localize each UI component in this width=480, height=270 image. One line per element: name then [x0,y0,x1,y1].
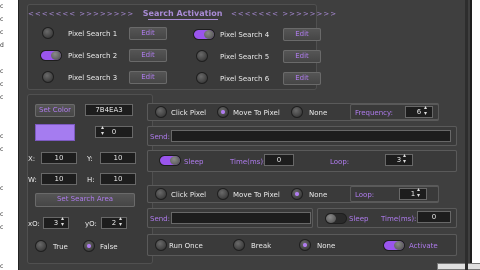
w-field[interactable]: 10 [41,173,77,185]
action2-none-radio[interactable] [291,188,303,200]
color-hex-field[interactable]: 7B4EA3 [85,104,133,116]
set-color-button[interactable]: Set Color [35,104,75,117]
action2-sleep-toggle[interactable] [325,213,347,224]
w-label: W: [28,176,37,184]
window-scrollbar[interactable] [465,0,468,270]
xo-spinner-icon[interactable] [59,215,69,229]
x-field[interactable]: 10 [41,152,77,164]
set-search-area-button[interactable]: Set Search Area [35,193,135,207]
pixel-search-6-radio[interactable] [196,72,208,84]
run-once-radio[interactable] [155,239,167,251]
action2-loop-spinner-icon[interactable] [415,186,425,200]
break-label: Break [251,242,272,250]
pixel-search-1-radio[interactable] [42,27,54,39]
y-field[interactable]: 10 [100,152,136,164]
action2-none-label: None [309,191,328,199]
false-radio[interactable] [83,240,95,252]
bottom-strip [437,263,480,270]
false-label: False [100,243,118,251]
action2-move-to-pixel-radio[interactable] [217,188,229,200]
y-label: Y: [87,155,93,163]
pixel-search-4-toggle[interactable] [193,29,215,40]
yo-spinner-icon[interactable] [117,215,127,229]
title-left-arrows: <<<<<<< >>>>>>>> [28,10,135,18]
none-label: None [317,242,336,250]
title-text: Search Activation [142,9,223,18]
action1-move-to-pixel-label: Move To Pixel [233,109,280,117]
action1-sleep-label: Sleep [184,158,204,166]
action2-time-label: Time(ms): [381,215,417,223]
activate-label: Activate [409,242,438,250]
action1-loop-spinner-icon[interactable] [401,152,411,166]
pixel-search-5-label: Pixel Search 5 [220,53,270,61]
action1-time-field[interactable]: 0 [264,154,294,166]
break-radio[interactable] [233,239,245,251]
xo-label: xO: [28,220,40,228]
pixel-search-5-edit-button[interactable]: Edit [283,50,321,63]
pixel-search-2-edit-button[interactable]: Edit [129,49,167,62]
pixel-search-3-label: Pixel Search 3 [68,74,118,82]
pixel-search-1-label: Pixel Search 1 [68,30,118,38]
color-swatch [35,124,75,141]
action1-click-pixel-label: Click Pixel [171,109,207,117]
x-label: X: [28,155,36,163]
pixel-search-4-edit-button[interactable]: Edit [283,28,321,41]
action2-time-field[interactable]: 0 [417,211,451,223]
pixel-search-5-radio[interactable] [196,50,208,62]
action1-none-radio[interactable] [291,106,303,118]
activate-toggle[interactable] [383,240,405,251]
pixel-search-1-edit-button[interactable]: Edit [129,27,167,40]
action2-click-pixel-label: Click Pixel [171,191,207,199]
action2-sleep-label: Sleep [349,215,369,223]
title-right-arrows: <<<<<<< >>>>>>>> [230,10,338,18]
none-radio[interactable] [299,239,311,251]
true-label: True [53,243,68,251]
panel-title: <<<<<<< >>>>>>>> Search Activation <<<<<… [28,9,336,18]
variation-spinner-icon[interactable] [99,124,109,138]
pixel-search-6-edit-button[interactable]: Edit [283,72,321,85]
action1-move-to-pixel-radio[interactable] [217,106,229,118]
action1-time-label: Time(ms): [230,158,266,166]
pixel-search-3-edit-button[interactable]: Edit [129,71,167,84]
pixel-search-6-label: Pixel Search 6 [220,75,270,83]
pixel-search-3-radio[interactable] [42,71,54,83]
action1-none-label: None [309,109,328,117]
action1-send-label: Send: [150,133,170,141]
pixel-search-2-label: Pixel Search 2 [68,52,118,60]
search-activation-panel: <<<<<<< >>>>>>>> Search Activation <<<<<… [27,4,336,90]
h-field[interactable]: 10 [100,173,136,185]
frequency-spinner-icon[interactable] [422,104,432,118]
action2-click-pixel-radio[interactable] [155,188,167,200]
pixel-search-2-toggle[interactable] [40,50,62,61]
action2-loop-label: Loop: [355,191,375,199]
h-label: H: [87,176,95,184]
title-underline [148,19,218,20]
action1-sleep-toggle[interactable] [159,155,181,166]
true-radio[interactable] [35,240,47,252]
search-activation-window: <<<<<<< >>>>>>>> Search Activation <<<<<… [18,0,480,270]
action1-click-pixel-radio[interactable] [155,106,167,118]
action1-loop-label: Loop: [330,158,350,166]
yo-label: yO: [85,220,97,228]
action2-move-to-pixel-label: Move To Pixel [233,191,280,199]
action2-send-field[interactable] [171,212,311,224]
pixel-search-4-label: Pixel Search 4 [220,31,270,39]
run-once-label: Run Once [169,242,203,250]
action2-send-label: Send: [150,215,170,223]
frequency-label: Frequency: [355,109,394,117]
action1-send-field[interactable] [171,130,451,142]
